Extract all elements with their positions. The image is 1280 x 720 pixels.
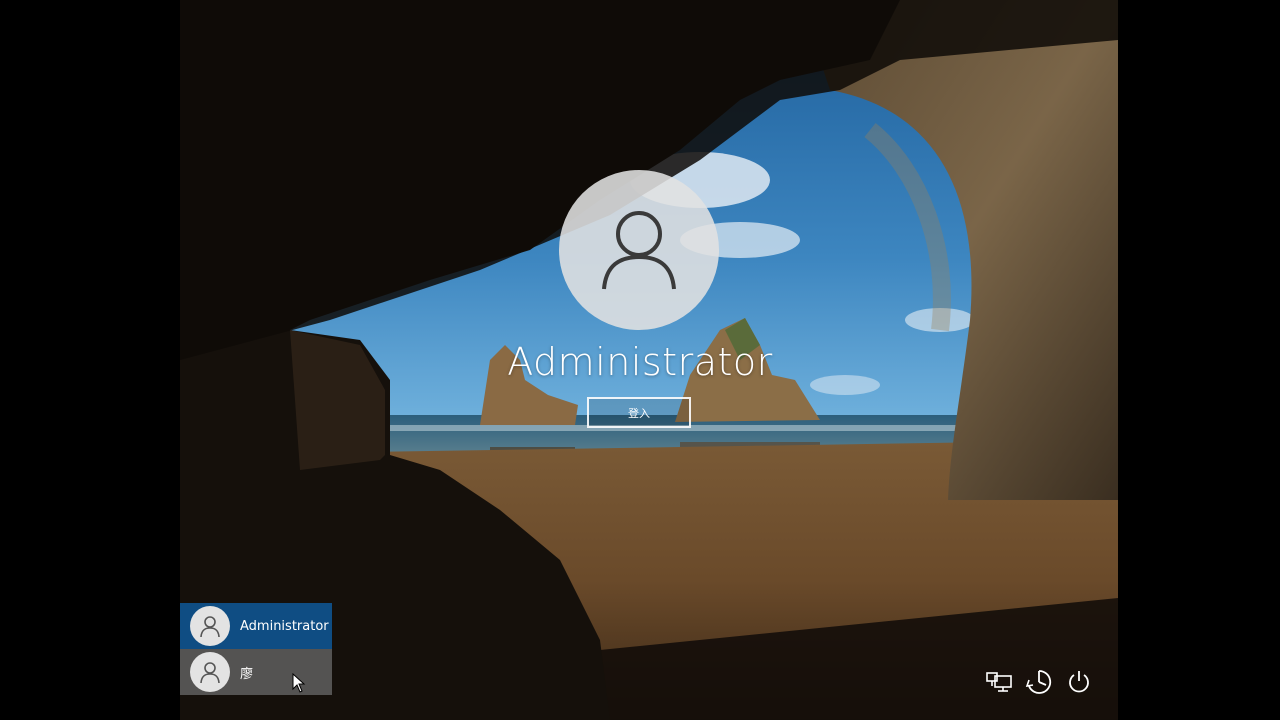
- mouse-cursor-icon: [292, 673, 306, 693]
- user-list-item-label: Administrator: [240, 618, 329, 634]
- user-avatar-large: [559, 170, 719, 330]
- signin-button[interactable]: 登入: [587, 397, 691, 428]
- person-icon: [602, 211, 676, 290]
- ease-of-access-icon[interactable]: [1025, 668, 1053, 696]
- person-icon: [200, 616, 220, 638]
- network-icon[interactable]: [985, 668, 1013, 696]
- user-list-item-label: 廖: [240, 666, 254, 682]
- avatar: [190, 606, 230, 646]
- person-icon: [200, 662, 220, 684]
- user-list-item-liao[interactable]: 廖: [180, 649, 332, 695]
- avatar: [190, 652, 230, 692]
- user-list: Administrator 廖: [180, 603, 332, 695]
- selected-user-name: Administrator: [507, 340, 773, 384]
- power-icon[interactable]: [1065, 668, 1093, 696]
- user-list-item-administrator[interactable]: Administrator: [180, 603, 332, 649]
